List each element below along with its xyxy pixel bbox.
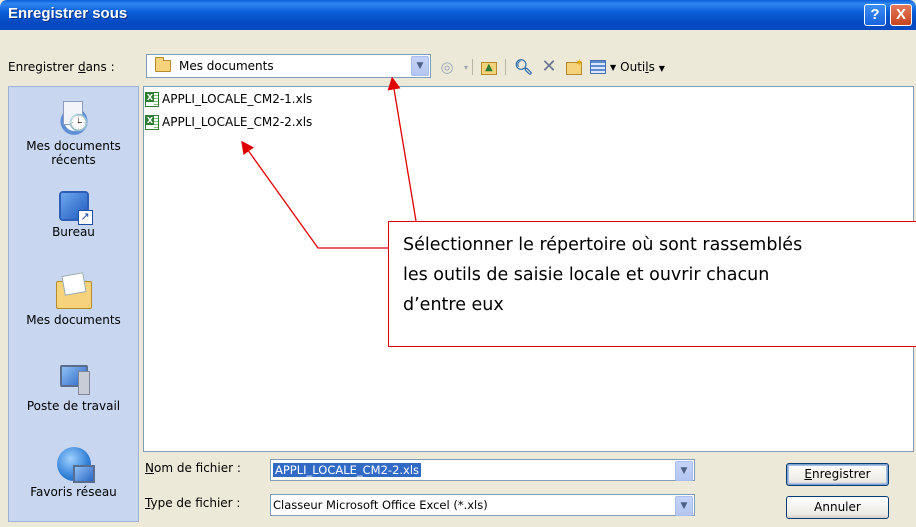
callout-line: les outils de saisie locale et ouvrir ch… xyxy=(403,265,770,285)
network-places-icon xyxy=(56,447,95,483)
chevron-down-icon[interactable]: ▼ xyxy=(675,461,693,481)
desktop-icon xyxy=(58,191,93,225)
folder-icon xyxy=(155,57,171,72)
save-in-value: Mes documents xyxy=(179,59,274,73)
recent-documents-icon xyxy=(56,101,91,135)
chevron-down-icon[interactable]: ▼ xyxy=(411,56,429,76)
place-my-documents[interactable]: Mes documents xyxy=(9,277,138,327)
list-item[interactable]: APPLI_LOCALE_CM2-1.xls xyxy=(145,90,312,108)
places-bar: Mes documents récents Bureau Mes documen… xyxy=(8,86,139,522)
chevron-down-icon[interactable]: ▼ xyxy=(675,496,693,516)
callout-line: Sélectionner le répertoire où sont rasse… xyxy=(403,235,803,255)
place-label: Favoris réseau xyxy=(30,485,117,499)
place-my-computer[interactable]: Poste de travail xyxy=(9,365,138,413)
excel-file-icon xyxy=(145,114,159,130)
toolbar-separator xyxy=(472,59,474,75)
file-name: APPLI_LOCALE_CM2-2.xls xyxy=(162,115,313,129)
place-label: Poste de travail xyxy=(26,399,121,413)
search-web-icon[interactable]: 🔍︎ xyxy=(514,58,533,76)
title-bar[interactable]: Enregistrer sous ? X xyxy=(0,0,916,30)
toolbar: ◎ ▾ 🔍︎ ✕ ▼ Outils ▼ xyxy=(438,55,665,77)
excel-file-icon xyxy=(145,91,159,107)
place-desktop[interactable]: Bureau xyxy=(9,191,138,239)
my-documents-icon xyxy=(55,281,92,309)
window-title: Enregistrer sous xyxy=(8,5,128,22)
save-in-dropdown[interactable]: Mes documents ▼ xyxy=(146,54,431,78)
place-recent-documents[interactable]: Mes documents récents xyxy=(9,101,138,167)
help-button[interactable]: ? xyxy=(864,4,886,26)
place-label: récents xyxy=(51,153,96,167)
views-icon[interactable] xyxy=(590,60,607,74)
annotation-callout: Sélectionner le répertoire où sont rasse… xyxy=(388,221,916,347)
file-name: APPLI_LOCALE_CM2-1.xls xyxy=(162,92,313,106)
filename-value: APPLI_LOCALE_CM2-2.xls xyxy=(273,463,422,477)
back-icon[interactable]: ◎ xyxy=(438,58,456,76)
filename-label: Nom de fichier : xyxy=(145,461,241,475)
place-network[interactable]: Favoris réseau xyxy=(9,447,138,499)
my-computer-icon xyxy=(58,365,90,395)
filetype-select[interactable]: Classeur Microsoft Office Excel (*.xls) … xyxy=(270,494,695,516)
delete-icon[interactable]: ✕ xyxy=(540,58,558,76)
filetype-label: Type de fichier : xyxy=(145,496,241,510)
tools-menu[interactable]: Outils ▼ xyxy=(620,60,665,74)
list-item[interactable]: APPLI_LOCALE_CM2-2.xls xyxy=(145,113,312,131)
cancel-button[interactable]: Annuler xyxy=(786,496,889,519)
new-folder-icon[interactable] xyxy=(566,55,583,75)
views-dropdown-icon[interactable]: ▼ xyxy=(610,63,616,72)
place-label: Bureau xyxy=(52,225,95,239)
place-label: Mes documents xyxy=(26,313,121,327)
toolbar-separator xyxy=(505,59,507,75)
save-in-label: Enregistrer dans : xyxy=(8,60,115,74)
save-button[interactable]: Enregistrer xyxy=(786,463,889,486)
up-folder-icon[interactable] xyxy=(481,59,498,77)
back-dropdown-icon[interactable]: ▾ xyxy=(464,63,468,72)
filename-input[interactable]: APPLI_LOCALE_CM2-2.xls ▼ xyxy=(270,459,695,481)
place-label: Mes documents xyxy=(26,139,121,153)
callout-line: d’entre eux xyxy=(403,295,504,315)
close-button[interactable]: X xyxy=(890,4,912,26)
filetype-value: Classeur Microsoft Office Excel (*.xls) xyxy=(273,498,488,512)
